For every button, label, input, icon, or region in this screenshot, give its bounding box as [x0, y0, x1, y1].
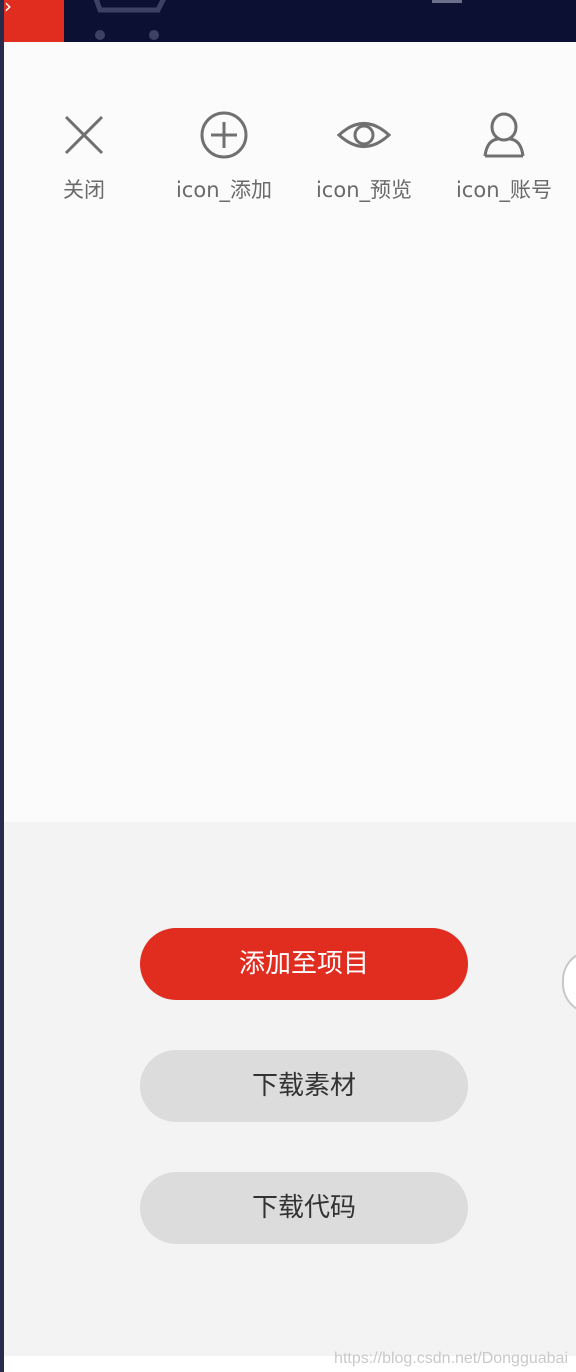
- download-code-button[interactable]: 下载代码: [140, 1172, 468, 1244]
- add-icon: [200, 111, 248, 159]
- arrow-icon: ›: [4, 0, 12, 18]
- icon-label: icon_账号: [455, 178, 553, 202]
- cart-icon: [93, 0, 166, 40]
- close-icon: [64, 115, 104, 155]
- icon-grid: 关闭 icon_添加 icon_预览 icon_账号: [4, 100, 576, 220]
- icon-item-add[interactable]: icon_添加: [164, 100, 284, 204]
- account-icon: [483, 112, 525, 158]
- icon-label: icon_预览: [315, 178, 413, 202]
- icon-label: icon_添加: [175, 178, 273, 202]
- preview-icon: [336, 122, 392, 148]
- icon-item-preview[interactable]: icon_预览: [304, 100, 424, 204]
- icon-label: 关闭: [63, 178, 105, 202]
- back-button[interactable]: ›: [4, 0, 64, 42]
- watermark: https://blog.csdn.net/Dongguabai: [334, 1350, 568, 1367]
- action-panel: 添加至项目 下载素材 下载代码: [4, 822, 576, 1356]
- top-bar-indicator: [432, 0, 462, 3]
- icon-item-close[interactable]: 关闭: [24, 100, 144, 204]
- icon-item-account[interactable]: icon_账号: [444, 100, 564, 204]
- download-asset-button[interactable]: 下载素材: [140, 1050, 468, 1122]
- add-to-project-button[interactable]: 添加至项目: [140, 928, 468, 1000]
